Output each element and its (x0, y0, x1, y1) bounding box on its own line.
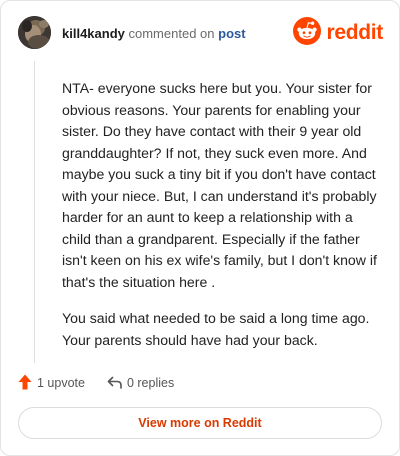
replies-count: 0 replies (126, 376, 175, 390)
comment-actions: 1 upvote 0 replies (18, 373, 174, 393)
upvote-count: 1 upvote (37, 376, 85, 390)
upvote-arrow-icon (18, 374, 32, 393)
reddit-alien-icon (293, 16, 322, 50)
replies-button[interactable]: 0 replies (107, 375, 174, 392)
comment-body: NTA- everyone sucks here but you. Your s… (62, 78, 384, 366)
avatar-icon[interactable] (18, 16, 51, 49)
username-link[interactable]: kill4kandy (62, 26, 125, 41)
comment-embed-card: kill4kandy commented on post reddit NTA-… (0, 0, 400, 456)
reddit-brand[interactable]: reddit (293, 16, 383, 50)
upvote-button[interactable]: 1 upvote (18, 374, 85, 393)
comment-paragraph: You said what needed to be said a long t… (62, 310, 370, 348)
reddit-wordmark: reddit (326, 21, 383, 44)
commented-on-text: commented on (128, 26, 215, 41)
reply-arrow-icon (107, 375, 122, 392)
comment-header: kill4kandy commented on post reddit (1, 1, 399, 65)
post-link[interactable]: post (218, 26, 245, 41)
thread-line (34, 61, 35, 363)
comment-byline: kill4kandy commented on post (62, 26, 246, 42)
view-more-button[interactable]: View more on Reddit (18, 407, 382, 439)
comment-paragraph: NTA- everyone sucks here but you. Your s… (62, 80, 377, 290)
